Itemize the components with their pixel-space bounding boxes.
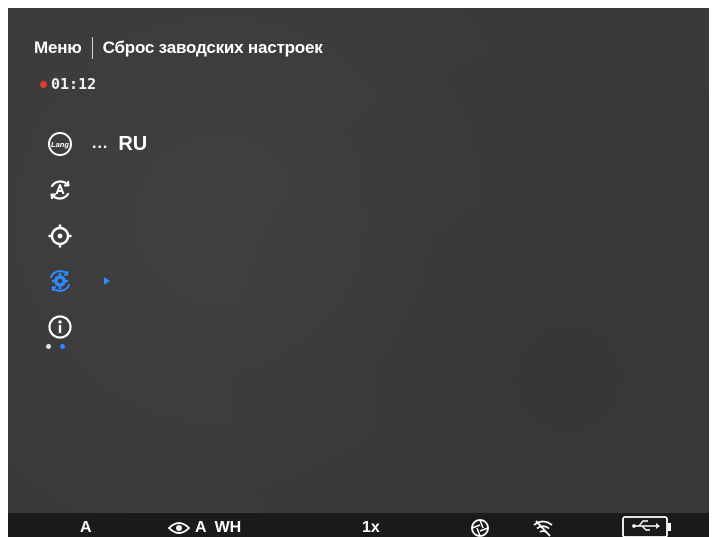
pager-dot-2 [60,344,65,349]
svg-text:Lang: Lang [51,140,69,149]
menu-item-auto-calibration[interactable] [44,174,76,206]
menu-item-zeroing[interactable] [44,220,76,252]
language-value-prefix: ... [92,135,109,152]
page-subtitle: Сброс заводских настроек [102,38,323,57]
usb-battery-icon [622,516,671,537]
menu-item-device-info[interactable] [44,311,76,343]
breadcrumb-separator [91,37,93,59]
status-photo [470,518,490,537]
crosshair-icon [48,224,72,248]
recording-indicator: 01:12 [40,74,96,94]
menu-item-language[interactable]: Lang [44,128,76,160]
zoom-level: 1x [362,519,380,536]
gear-icon [50,270,70,292]
device-screen: Меню Сброс заводских настроек 01:12 Lang… [8,8,709,537]
view-mode: A [195,519,207,536]
page-title: Меню [34,38,82,57]
recording-time: 01:12 [51,75,97,93]
status-usb-battery [622,516,672,537]
status-view: A WH [168,518,241,537]
aperture-icon [471,519,489,537]
info-icon [48,315,72,339]
language-value: ... RU [92,128,147,160]
auto-rotate-icon [50,180,70,200]
record-dot-icon [40,80,47,88]
submenu-arrow-icon [104,277,110,285]
pager-dot-1 [46,344,51,349]
status-bar: A A WH 1x [8,513,709,537]
eye-icon [168,522,190,534]
status-wifi [532,518,554,537]
language-icon: Lang [48,132,72,156]
view-preset: WH [214,519,242,536]
menu-pager [46,344,65,349]
breadcrumb: Меню Сброс заводских настроек [34,36,323,60]
wifi-off-icon [533,520,553,537]
language-code: RU [118,132,148,155]
menu-item-general-settings[interactable] [44,265,76,297]
status-mode: A [80,519,92,536]
